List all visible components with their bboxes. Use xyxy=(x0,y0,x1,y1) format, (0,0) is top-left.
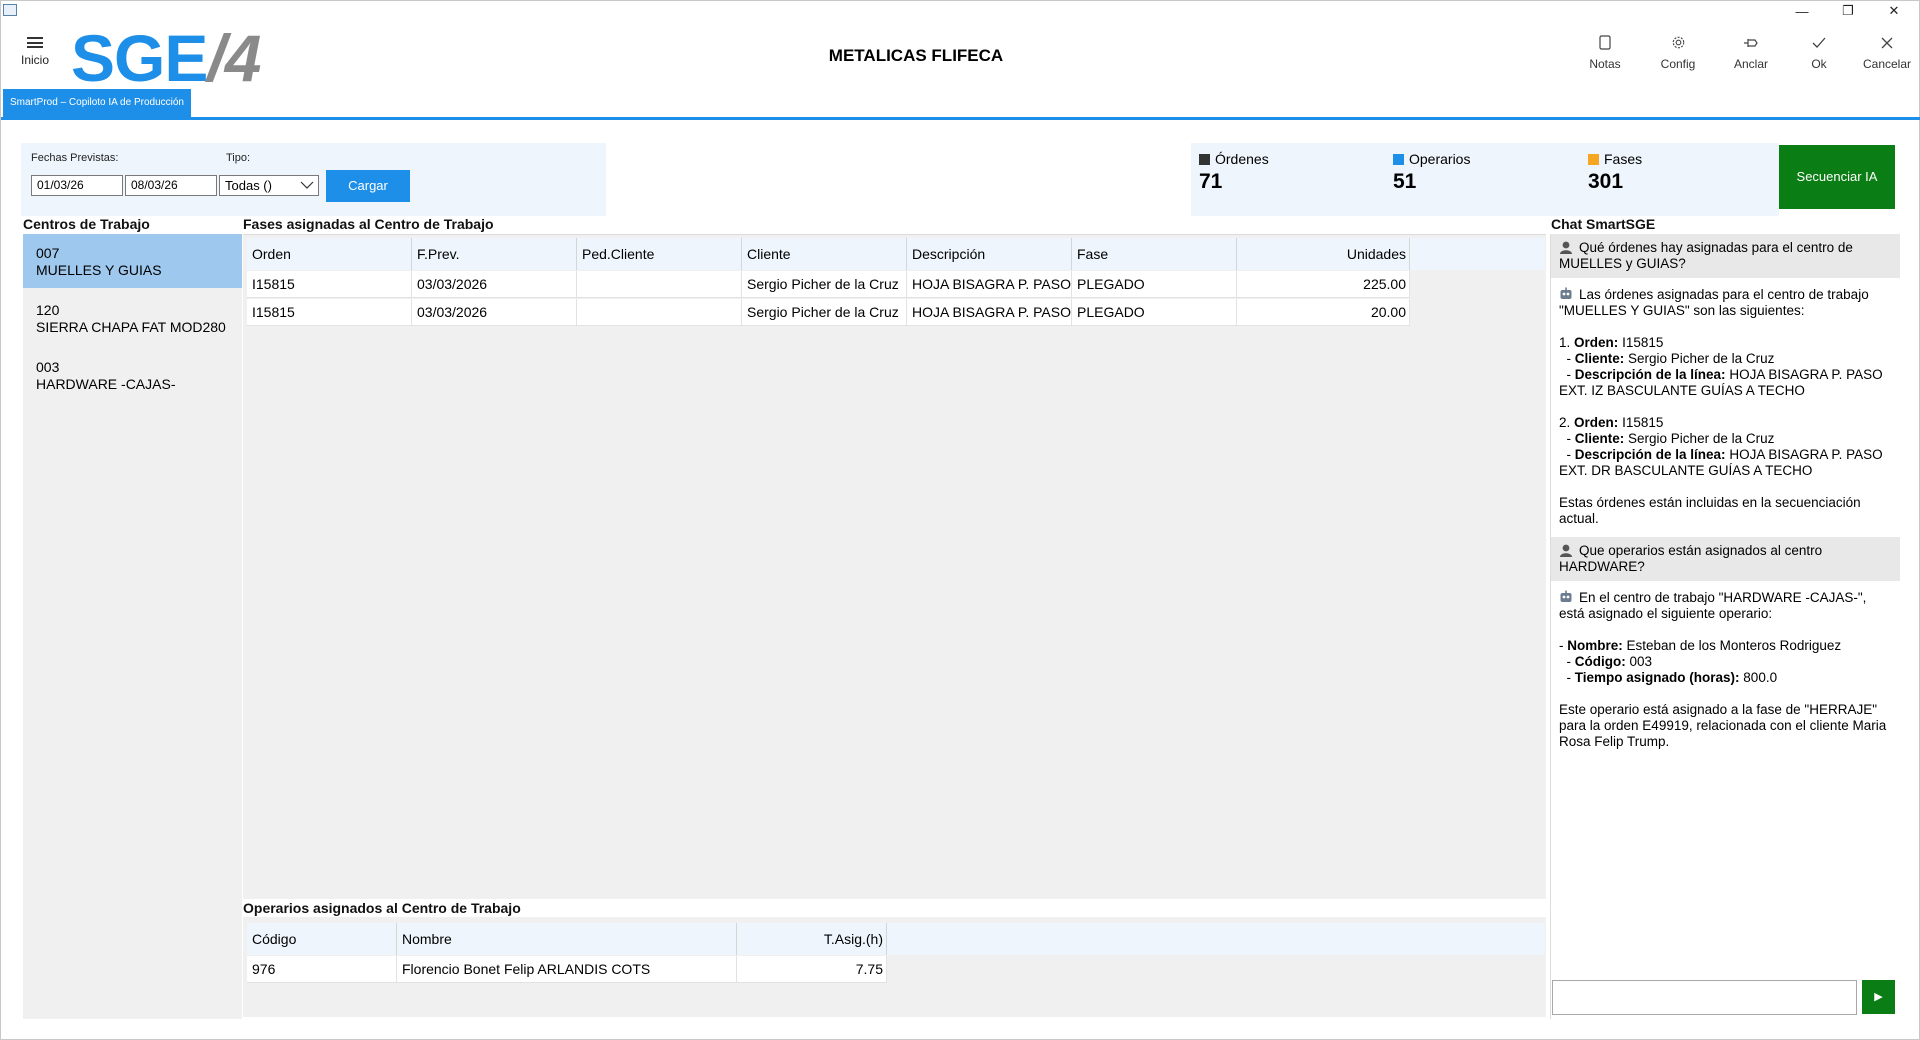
ok-button[interactable]: Ok xyxy=(1789,35,1849,71)
column-header[interactable]: Descripción xyxy=(907,238,1072,270)
column-header[interactable]: Fase xyxy=(1072,238,1237,270)
home-button[interactable]: Inicio xyxy=(15,37,55,67)
center-item[interactable]: 003 HARDWARE -CAJAS- xyxy=(23,348,242,402)
operators-grid-header: Código Nombre T.Asig.(h) xyxy=(247,923,1545,955)
check-icon xyxy=(1789,35,1849,55)
restore-button[interactable]: ❐ xyxy=(1825,1,1871,21)
phases-grid xyxy=(243,234,1546,899)
type-label: Tipo: xyxy=(226,152,251,164)
column-header[interactable]: Cliente xyxy=(742,238,907,270)
column-header[interactable]: T.Asig.(h) xyxy=(737,923,887,955)
chat-message-bot: Las órdenes asignadas para el centro de … xyxy=(1559,287,1883,526)
config-button[interactable]: Config xyxy=(1648,35,1708,71)
phases-title: Fases asignadas al Centro de Trabajo xyxy=(243,216,494,232)
orders-color-swatch xyxy=(1199,153,1210,165)
centers-list: 007 MUELLES Y GUIAS 120 SIERRA CHAPA FAT M… xyxy=(23,234,242,1019)
app-window: — ❐ ✕ Inicio SGE/4 METALICAS FLIFECA Not… xyxy=(0,0,1920,1040)
send-button[interactable]: ▶ xyxy=(1862,980,1895,1014)
close-window-button[interactable]: ✕ xyxy=(1871,1,1917,21)
column-header[interactable]: Orden xyxy=(247,238,412,270)
menu-icon xyxy=(27,37,43,48)
filter-panel: Fechas Previstas: Tipo: 01/03/26 08/03/2… xyxy=(21,143,606,216)
tab-smartprod[interactable]: SmartProd – Copiloto IA de Producción xyxy=(3,89,191,117)
column-header[interactable]: Código xyxy=(247,923,397,955)
user-icon xyxy=(1560,241,1572,254)
dates-label: Fechas Previstas: xyxy=(31,152,119,164)
chat-title: Chat SmartSGE xyxy=(1551,216,1656,232)
chat-panel: Qué órdenes hay asignadas para el centro… xyxy=(1550,234,1900,901)
chat-input[interactable] xyxy=(1552,980,1857,1015)
table-row[interactable]: I15815 03/03/2026 Sergio Picher de la Cr… xyxy=(247,271,1410,298)
pin-button[interactable]: Anclar xyxy=(1721,35,1781,71)
stat-phases: Fases 301 xyxy=(1588,151,1643,193)
phases-color-swatch xyxy=(1588,153,1599,165)
date-to-field[interactable]: 08/03/26 xyxy=(125,175,217,196)
table-row[interactable]: 976 Florencio Bonet Felip ARLANDIS COTS … xyxy=(247,956,887,983)
type-select[interactable]: Todas () xyxy=(219,175,319,196)
sequence-ai-button[interactable]: Secuenciar IA xyxy=(1779,145,1895,209)
center-item[interactable]: 007 MUELLES Y GUIAS xyxy=(23,234,242,288)
load-button[interactable]: Cargar xyxy=(326,170,410,202)
send-icon: ▶ xyxy=(1874,991,1883,1003)
header-bar: Inicio SGE/4 METALICAS FLIFECA Notas Con… xyxy=(1,21,1920,91)
column-header[interactable]: Nombre xyxy=(397,923,737,955)
stat-orders: Órdenes 71 xyxy=(1199,151,1269,193)
column-header[interactable]: Ped.Cliente xyxy=(577,238,742,270)
chevron-down-icon xyxy=(300,181,314,189)
robot-icon xyxy=(1560,287,1572,299)
chat-message-user: Que operarios están asignados al centro … xyxy=(1551,537,1900,581)
close-icon xyxy=(1857,35,1917,55)
notes-button[interactable]: Notas xyxy=(1575,35,1635,71)
chat-message-user: Qué órdenes hay asignadas para el centro… xyxy=(1551,234,1900,278)
operators-title: Operarios asignados al Centro de Trabajo xyxy=(243,900,521,916)
stat-operators: Operarios 51 xyxy=(1393,151,1471,193)
user-icon xyxy=(1560,544,1572,557)
table-row[interactable]: I15815 03/03/2026 Sergio Picher de la Cr… xyxy=(247,299,1410,326)
pin-icon xyxy=(1721,35,1781,55)
robot-icon xyxy=(1560,590,1572,602)
gear-icon xyxy=(1648,35,1708,55)
stats-panel: Órdenes 71 Operarios 51 Fases 301 xyxy=(1191,143,1779,216)
chat-message-bot: En el centro de trabajo "HARDWARE -CAJAS… xyxy=(1559,590,1887,749)
cancel-button[interactable]: Cancelar xyxy=(1857,35,1917,71)
operators-color-swatch xyxy=(1393,153,1404,165)
app-icon xyxy=(3,4,17,16)
home-label: Inicio xyxy=(20,53,49,67)
date-from-field[interactable]: 01/03/26 xyxy=(31,175,123,196)
tab-bar: SmartProd – Copiloto IA de Producción xyxy=(1,87,1920,120)
centers-title: Centros de Trabajo xyxy=(23,216,150,232)
logo: SGE/4 xyxy=(71,21,261,95)
column-header[interactable]: Unidades xyxy=(1237,238,1410,270)
notes-icon xyxy=(1575,35,1635,55)
column-header[interactable]: F.Prev. xyxy=(412,238,577,270)
phases-grid-header: Orden F.Prev. Ped.Cliente Cliente Descri… xyxy=(247,238,1545,270)
center-item[interactable]: 120 SIERRA CHAPA FAT MOD280 xyxy=(23,291,242,345)
minimize-button[interactable]: — xyxy=(1779,1,1825,21)
